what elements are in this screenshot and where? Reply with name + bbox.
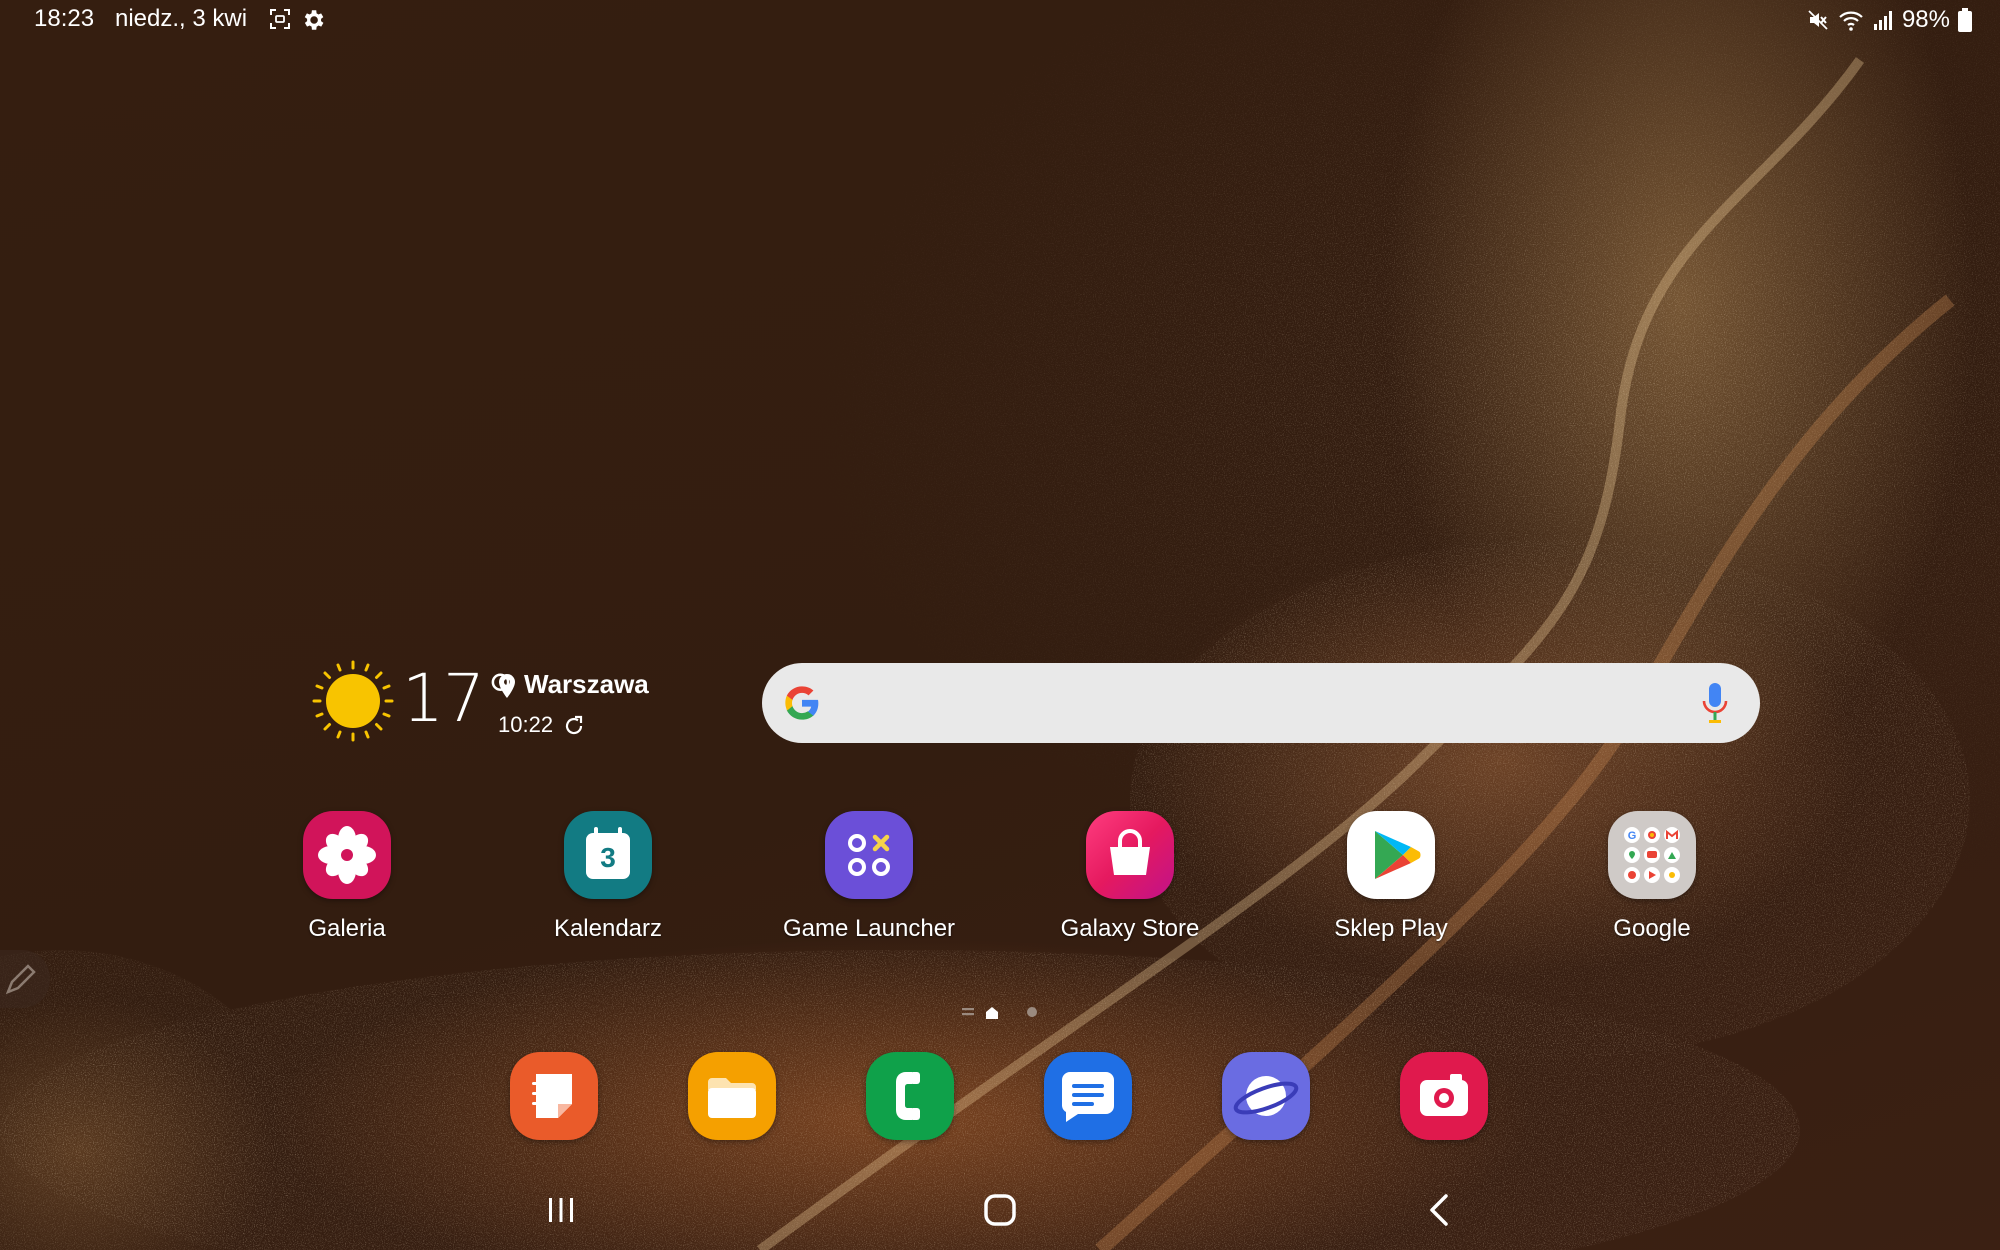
microphone-icon[interactable] — [1700, 681, 1730, 725]
calendar-day: 3 — [600, 842, 616, 873]
weather-location: Warszawa — [524, 669, 649, 699]
camera-icon — [1420, 1074, 1468, 1116]
sun-icon — [312, 660, 394, 742]
app-game-launcher[interactable]: Game Launcher — [759, 811, 979, 943]
page-dot — [1027, 1007, 1037, 1017]
home-button[interactable] — [980, 1190, 1020, 1230]
search-input[interactable] — [842, 679, 1666, 729]
status-date: niedz., 3 kwi — [115, 5, 248, 32]
home-page-dot — [986, 1007, 998, 1019]
dock-samsung-notes[interactable] — [510, 1052, 598, 1140]
wifi-icon — [1839, 11, 1863, 31]
signal-icon — [1873, 11, 1892, 30]
page-indicator[interactable] — [958, 1000, 1038, 1024]
screenshot-icon — [270, 9, 290, 29]
dock-my-files[interactable] — [688, 1052, 776, 1140]
app-label: Sklep Play — [1334, 915, 1448, 942]
galaxy-store-icon — [1086, 811, 1174, 899]
phone-icon — [896, 1072, 920, 1120]
game-launcher-icon — [825, 811, 913, 899]
messages-icon — [1062, 1072, 1114, 1122]
app-label: Galeria — [308, 915, 386, 942]
back-button[interactable] — [1420, 1190, 1460, 1230]
battery-icon — [1958, 8, 1972, 32]
recent-apps-button[interactable] — [541, 1190, 581, 1230]
dock-camera[interactable] — [1400, 1052, 1488, 1140]
app-galeria[interactable]: Galeria — [237, 811, 457, 943]
dock-internet[interactable] — [1222, 1052, 1310, 1140]
folder-icon — [708, 1078, 756, 1118]
gallery-icon — [303, 811, 391, 899]
mute-icon — [1808, 10, 1828, 30]
app-label: Google — [1613, 915, 1691, 942]
dock-messages[interactable] — [1044, 1052, 1132, 1140]
gear-icon — [304, 10, 324, 30]
internet-icon — [1233, 1076, 1299, 1116]
svg-text:G: G — [1628, 830, 1637, 842]
dock-phone[interactable] — [866, 1052, 954, 1140]
weather-widget[interactable]: 17° Warszawa 10:22 — [312, 660, 672, 750]
google-g-icon — [785, 686, 819, 720]
app-sklep-play[interactable]: Sklep Play — [1281, 811, 1501, 943]
battery-percent: 98% — [1901, 6, 1950, 33]
status-bar: 18:23 niedz., 3 kwi 98% — [0, 0, 2000, 40]
pencil-icon — [5, 964, 36, 995]
play-store-icon — [1347, 811, 1435, 899]
notes-icon — [532, 1074, 572, 1118]
app-galaxy-store[interactable]: Galaxy Store — [1020, 811, 1240, 943]
app-label: Game Launcher — [782, 915, 956, 942]
calendar-icon: 3 — [564, 811, 652, 899]
status-time: 18:23 — [34, 5, 95, 32]
wallpaper-sand-texture — [0, 0, 2000, 1250]
app-google-folder[interactable]: G Google — [1542, 811, 1762, 943]
s-pen-handle[interactable] — [0, 950, 50, 1008]
google-folder-icon: G — [1608, 811, 1696, 899]
app-label: Galaxy Store — [1060, 915, 1200, 942]
app-label: Kalendarz — [553, 915, 663, 942]
page-indicator-menu — [962, 1008, 974, 1011]
refresh-icon[interactable] — [562, 714, 586, 738]
google-search-bar[interactable] — [762, 663, 1760, 743]
app-kalendarz[interactable]: 3 Kalendarz — [498, 811, 718, 943]
location-pin-icon — [499, 674, 515, 698]
weather-updated-time: 10:22 — [498, 712, 554, 737]
